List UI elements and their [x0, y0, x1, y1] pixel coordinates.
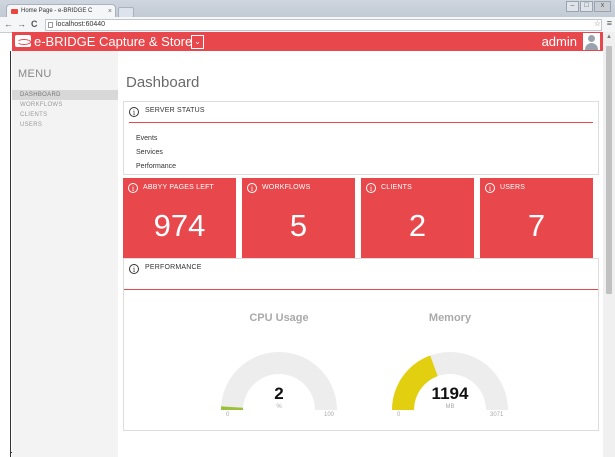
status-item-performance[interactable]: Performance [136, 163, 176, 170]
tile-value: 2 [408, 208, 427, 243]
tile-value: 7 [527, 208, 546, 243]
gauge-value: 1194 [431, 384, 469, 403]
panel-divider [124, 289, 598, 290]
performance-panel: i PERFORMANCE CPU Usage 2 % 0 100 Memory… [123, 258, 599, 431]
tile-label: CLIENTS [381, 184, 412, 191]
maximize-button[interactable]: □ [580, 1, 593, 12]
forward-button[interactable]: → [17, 19, 26, 30]
tab-title: Home Page - e-BRIDGE C [21, 8, 93, 14]
info-icon: i [247, 183, 257, 193]
url-text: localhost:60440 [56, 21, 106, 28]
tile-value: 5 [289, 208, 308, 243]
panel-header: i SERVER STATUS [124, 102, 598, 123]
scroll-thumb[interactable] [606, 46, 612, 294]
gauge-min: 0 [226, 412, 230, 418]
main-content: Dashboard i SERVER STATUS Events Service… [118, 51, 603, 457]
close-window-button[interactable]: x [594, 1, 611, 12]
page-title: Dashboard [126, 74, 200, 91]
scroll-up-icon[interactable]: ▲ [603, 32, 615, 42]
info-icon: i [129, 264, 139, 274]
info-icon: i [129, 107, 139, 117]
sidebar-item-users[interactable]: USERS [12, 120, 118, 130]
sidebar-item-clients[interactable]: CLIENTS [12, 110, 118, 120]
browser-menu-icon[interactable]: ≡ [607, 18, 612, 28]
window-controls: – □ x [566, 1, 611, 12]
sidebar: MENU DASHBOARD WORKFLOWS CLIENTS USERS [12, 51, 118, 457]
avatar-head [588, 35, 595, 42]
tile-value: 974 [153, 208, 206, 243]
app-header: e-BRIDGE Capture & Store ⌄ admin [12, 32, 603, 51]
cpu-usage-gauge: CPU Usage 2 % 0 100 [209, 312, 349, 422]
sidebar-item-dashboard[interactable]: DASHBOARD [12, 90, 118, 100]
panel-header: i PERFORMANCE [124, 259, 598, 280]
info-icon: i [128, 183, 138, 193]
gauge-max: 100 [324, 412, 335, 418]
avatar[interactable] [583, 33, 600, 50]
minimize-button[interactable]: – [566, 1, 579, 12]
url-input[interactable]: localhost:60440 [45, 19, 602, 31]
back-button[interactable]: ← [4, 19, 13, 30]
gauge-min: 0 [397, 412, 401, 418]
gauge-unit: MB [445, 404, 455, 410]
info-icon: i [485, 183, 495, 193]
bookmark-star-icon[interactable]: ☆ [594, 19, 601, 28]
browser-tab-bar: Home Page - e-BRIDGE C × – □ x [0, 0, 615, 18]
panel-title: SERVER STATUS [145, 107, 205, 114]
gauge-unit: % [276, 404, 282, 410]
avatar-body [585, 43, 598, 50]
sidebar-item-workflows[interactable]: WORKFLOWS [12, 100, 118, 110]
gauge-value: 2 [274, 384, 284, 403]
tile-label: ABBYY PAGES LEFT [143, 184, 215, 191]
memory-gauge: Memory 1194 MB 0 3071 [380, 312, 520, 422]
reload-button[interactable]: C [31, 19, 38, 30]
brand-dropdown-button[interactable]: ⌄ [191, 35, 204, 49]
panel-title: PERFORMANCE [145, 264, 202, 271]
status-item-events[interactable]: Events [136, 135, 157, 142]
address-bar: ← → C localhost:60440 ☆ ≡ [0, 17, 615, 33]
favicon-icon [11, 9, 18, 14]
tile-label: WORKFLOWS [262, 184, 311, 191]
user-menu[interactable]: admin [542, 33, 577, 50]
app-brand[interactable]: e-BRIDGE Capture & Store [34, 33, 192, 50]
server-status-panel: i SERVER STATUS Events Services Performa… [123, 101, 599, 175]
gauge-max: 3071 [490, 412, 504, 418]
status-item-services[interactable]: Services [136, 149, 163, 156]
browser-tab[interactable]: Home Page - e-BRIDGE C × [6, 4, 116, 17]
window-frame-left [10, 51, 11, 457]
panel-divider [129, 122, 593, 123]
page-icon [48, 22, 53, 28]
info-icon: i [366, 183, 376, 193]
page-scrollbar[interactable]: ▲ [603, 32, 615, 457]
sidebar-menu-title: MENU [18, 68, 52, 80]
tile-label: USERS [500, 184, 526, 191]
ebridge-logo-icon [15, 35, 31, 47]
